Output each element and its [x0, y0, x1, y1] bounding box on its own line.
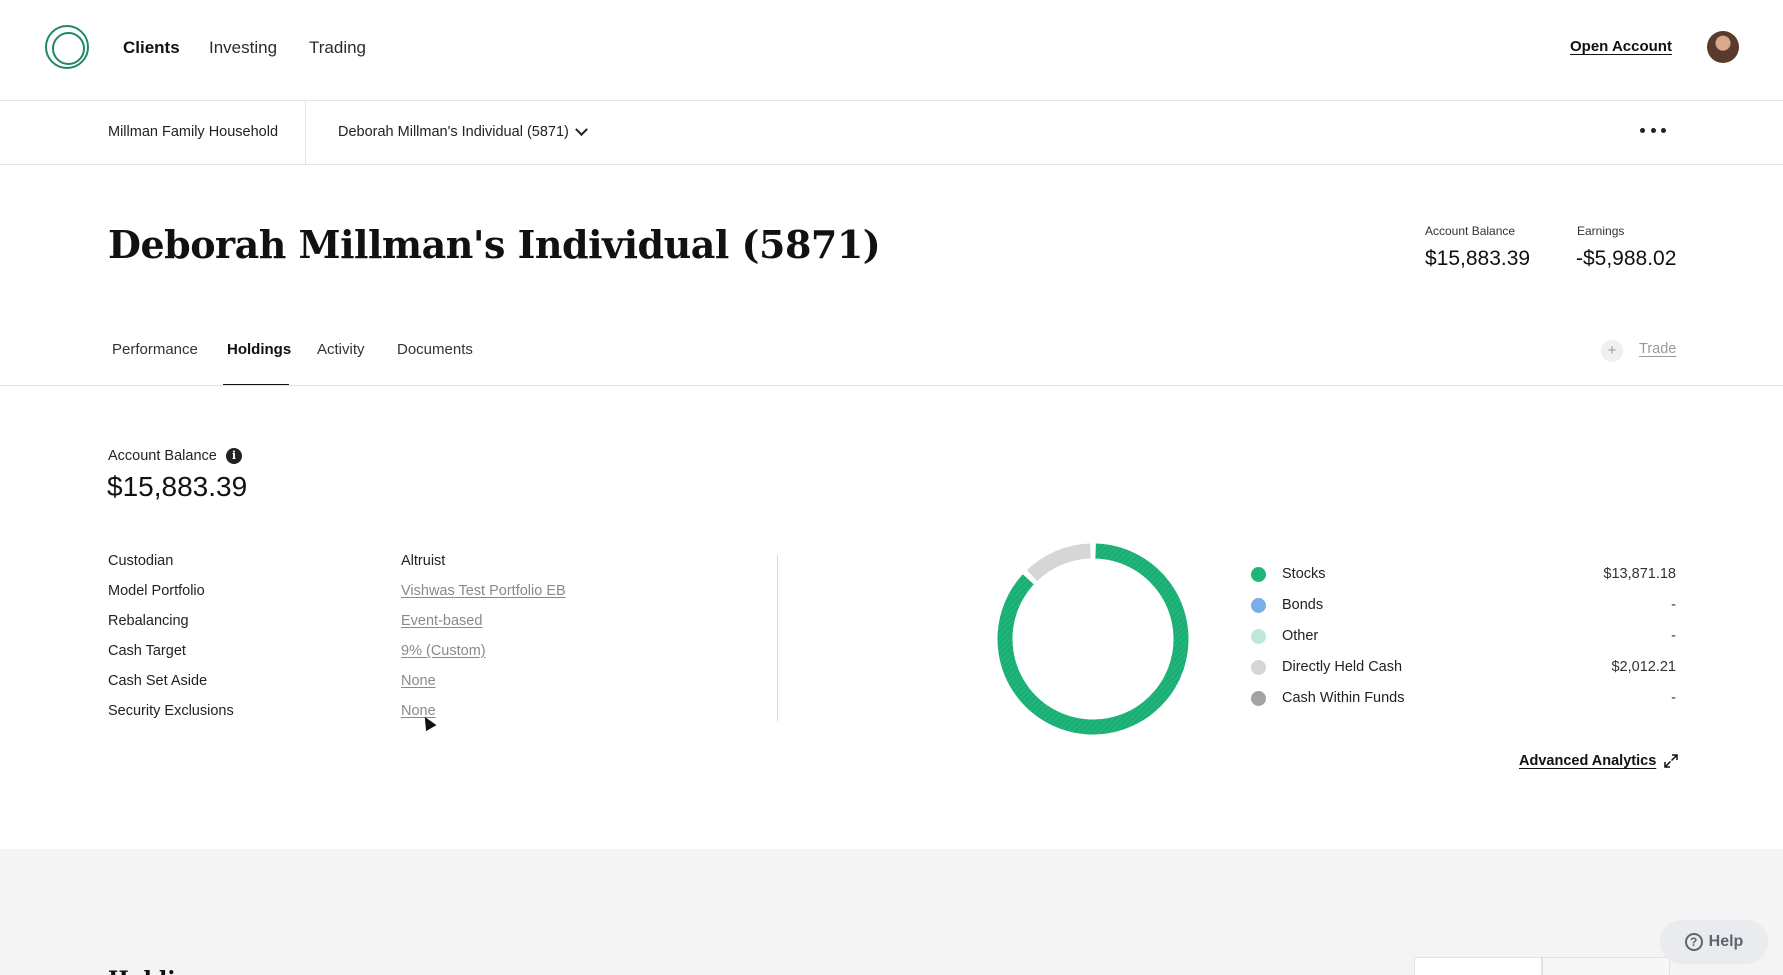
account-balance-label: Account Balance: [108, 448, 217, 464]
legend-row-other: Other -: [1251, 627, 1676, 647]
donut-slice-directly-held-cash: [1026, 543, 1091, 582]
account-balance-value: $15,883.39: [107, 471, 248, 502]
legend-value: -: [1671, 597, 1676, 613]
legend-value: $2,012.21: [1611, 659, 1676, 675]
detail-label-model-portfolio: Model Portfolio: [108, 583, 205, 599]
donut-slice-stocks: [997, 543, 1189, 735]
plus-icon[interactable]: +: [1601, 340, 1623, 362]
legend-value: $13,871.18: [1603, 566, 1676, 582]
tab-activity[interactable]: Activity: [317, 341, 365, 358]
info-icon[interactable]: i: [226, 448, 242, 464]
trade-button[interactable]: Trade: [1639, 341, 1676, 357]
expand-icon[interactable]: [1664, 754, 1678, 768]
detail-label-rebalancing: Rebalancing: [108, 613, 189, 629]
help-label: Help: [1708, 933, 1744, 950]
nav-clients[interactable]: Clients: [123, 38, 180, 58]
nav-trading[interactable]: Trading: [309, 38, 366, 58]
chevron-down-icon: [574, 122, 588, 136]
view-toggle-left[interactable]: [1414, 957, 1542, 975]
legend-row-directly-held-cash: Directly Held Cash $2,012.21: [1251, 658, 1676, 678]
legend-label: Directly Held Cash: [1282, 659, 1403, 675]
holdings-title: Holdings: [108, 967, 219, 975]
account-balance-stat-label: Account Balance: [1425, 224, 1516, 238]
avatar[interactable]: [1707, 31, 1739, 63]
account-subnav: Millman Family Household Deborah Millman…: [0, 101, 1783, 165]
account-dropdown-label: Deborah Millman's Individual (5871): [338, 124, 569, 140]
earnings-stat-value: -$5,988.02: [1576, 247, 1677, 270]
legend-label: Cash Within Funds: [1282, 690, 1405, 706]
subnav-divider: [305, 101, 306, 165]
top-navigation: Clients Investing Trading Open Account: [0, 0, 1783, 101]
tab-documents[interactable]: Documents: [397, 341, 473, 358]
cash-set-aside-link[interactable]: None: [401, 673, 436, 689]
earnings-stat-label: Earnings: [1577, 224, 1625, 238]
detail-value-custodian: Altruist: [401, 553, 446, 569]
account-balance-stat-value: $15,883.39: [1425, 247, 1531, 270]
detail-label-cash-target: Cash Target: [108, 643, 186, 659]
account-dropdown[interactable]: Deborah Millman's Individual (5871): [338, 122, 588, 140]
model-portfolio-link[interactable]: Vishwas Test Portfolio EB: [401, 583, 566, 599]
tab-holdings[interactable]: Holdings: [227, 341, 291, 358]
legend-row-stocks: Stocks $13,871.18: [1251, 565, 1676, 585]
advanced-analytics-link[interactable]: Advanced Analytics: [1519, 753, 1656, 769]
open-account-link[interactable]: Open Account: [1570, 38, 1672, 55]
household-link[interactable]: Millman Family Household: [108, 124, 278, 140]
allocation-donut-chart: [997, 543, 1189, 735]
detail-label-security-exclusions: Security Exclusions: [108, 703, 234, 719]
page-title: Deborah Millman's Individual (5871): [108, 222, 881, 267]
detail-label-custodian: Custodian: [108, 553, 174, 569]
tab-performance[interactable]: Performance: [112, 341, 198, 358]
help-button[interactable]: ? Help: [1660, 920, 1768, 964]
rebalancing-link[interactable]: Event-based: [401, 613, 482, 629]
nav-investing[interactable]: Investing: [209, 38, 277, 58]
legend-label: Stocks: [1282, 566, 1326, 582]
detail-label-cash-set-aside: Cash Set Aside: [108, 673, 208, 689]
help-icon: ?: [1684, 933, 1703, 951]
legend-dot: [1251, 567, 1266, 582]
legend-label: Bonds: [1282, 597, 1324, 613]
legend-label: Other: [1282, 628, 1319, 644]
section-divider: [777, 555, 778, 721]
logo-icon[interactable]: [45, 25, 89, 69]
legend-row-cash-within-funds: Cash Within Funds -: [1251, 689, 1676, 709]
more-options-icon[interactable]: [1640, 123, 1666, 137]
tabs-divider: [0, 385, 1783, 386]
legend-dot: [1251, 629, 1266, 644]
view-toggle-right[interactable]: [1542, 957, 1670, 975]
legend-value: -: [1671, 690, 1676, 706]
legend-value: -: [1671, 628, 1676, 644]
legend-dot: [1251, 660, 1266, 675]
legend-dot: [1251, 598, 1266, 613]
legend-dot: [1251, 691, 1266, 706]
legend-row-bonds: Bonds -: [1251, 596, 1676, 616]
cash-target-link[interactable]: 9% (Custom): [401, 643, 486, 659]
